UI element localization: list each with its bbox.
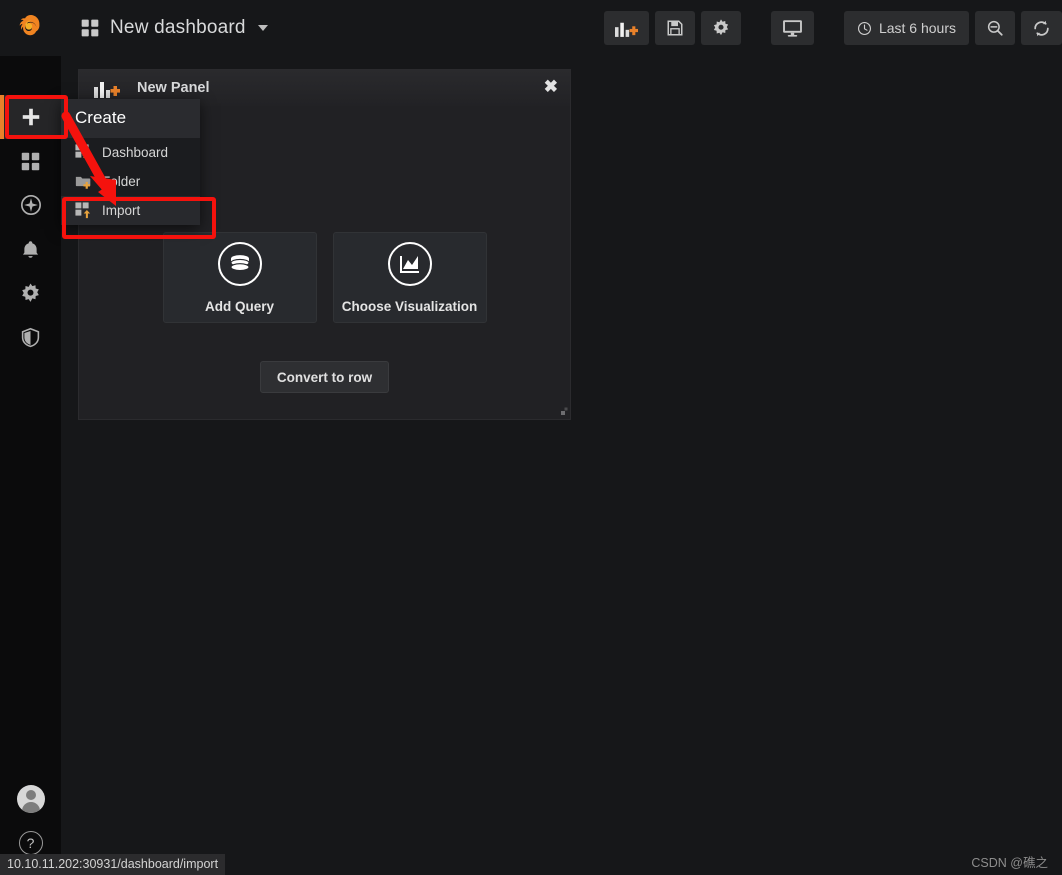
- menu-item-dashboard-label: Dashboard: [102, 145, 169, 160]
- add-query-label: Add Query: [204, 298, 274, 314]
- compass-icon: [20, 195, 41, 215]
- dashboard-grid-icon: [81, 19, 99, 37]
- monitor-icon: [783, 20, 802, 37]
- choose-visualization-label: Choose Visualization: [341, 298, 478, 314]
- sidebar-item-explore[interactable]: [0, 183, 61, 227]
- sidebar-item-dashboards[interactable]: [0, 139, 61, 183]
- sidebar-item-create[interactable]: [0, 95, 61, 139]
- dashboard-settings-button[interactable]: [700, 11, 741, 45]
- grafana-logo[interactable]: [0, 0, 61, 56]
- question-icon: ?: [18, 831, 43, 855]
- bell-icon: [22, 240, 39, 258]
- refresh-button[interactable]: [1021, 11, 1062, 45]
- choose-visualization-card[interactable]: Choose Visualization: [332, 232, 487, 323]
- menu-item-import-label: Import: [102, 203, 141, 218]
- panel-title: New Panel: [137, 80, 210, 96]
- close-icon[interactable]: ✖: [544, 77, 558, 97]
- database-icon: [217, 241, 262, 286]
- sidebar-item-user[interactable]: [0, 777, 61, 821]
- shield-icon: [21, 327, 40, 347]
- dashboards-icon: [21, 152, 40, 170]
- add-panel-button[interactable]: [603, 11, 649, 45]
- sidebar-item-server-admin[interactable]: [0, 315, 61, 359]
- topbar-actions: Last 6 hours: [603, 0, 1062, 56]
- gear-icon: [22, 282, 39, 302]
- time-range-label: Last 6 hours: [878, 20, 956, 36]
- plus-icon: [22, 108, 39, 126]
- folder-plus-icon: [75, 176, 91, 189]
- clock-icon: [857, 21, 871, 35]
- menu-item-folder[interactable]: Folder: [61, 167, 200, 196]
- breadcrumb[interactable]: New dashboard: [80, 17, 268, 39]
- tv-mode-button[interactable]: [770, 11, 814, 45]
- save-icon: [667, 20, 683, 36]
- refresh-icon: [1034, 20, 1049, 36]
- grafana-app-window: ? New dashboard Last 6 hours New Panel ✖…: [0, 0, 1062, 875]
- avatar-icon: [16, 785, 45, 813]
- menu-item-import[interactable]: Import: [61, 196, 200, 225]
- graph-icon: [387, 241, 432, 286]
- resize-handle-icon[interactable]: [556, 405, 568, 417]
- zoom-out-button[interactable]: [975, 11, 1015, 45]
- top-navbar: New dashboard Last 6 hours: [61, 0, 1062, 56]
- watermark: CSDN @礁之: [971, 856, 1048, 870]
- panel-action-cards: Add Query Choose Visualization: [162, 232, 487, 323]
- add-query-card[interactable]: Add Query: [162, 232, 317, 323]
- gear-icon: [713, 19, 729, 36]
- convert-to-row-button[interactable]: Convert to row: [259, 361, 390, 393]
- dashboard-plus-icon: [75, 144, 91, 161]
- magnifier-minus-icon: [987, 20, 1003, 36]
- time-range-picker[interactable]: Last 6 hours: [843, 11, 969, 45]
- import-icon: [75, 202, 91, 219]
- page-title: New dashboard: [110, 17, 246, 38]
- menu-item-folder-label: Folder: [102, 174, 141, 189]
- sidebar-item-configuration[interactable]: [0, 271, 61, 315]
- main-sidebar: ?: [0, 0, 61, 875]
- status-bar-url: 10.10.11.202:30931/dashboard/import: [0, 854, 226, 875]
- create-menu-title: Create: [61, 99, 200, 138]
- create-dropdown-menu: Create Dashboard Folder Import: [61, 99, 200, 225]
- chevron-down-icon[interactable]: [257, 25, 268, 31]
- menu-item-dashboard[interactable]: Dashboard: [61, 138, 200, 167]
- sidebar-item-alerting[interactable]: [0, 227, 61, 271]
- add-panel-icon: [614, 22, 638, 37]
- save-dashboard-button[interactable]: [654, 11, 695, 45]
